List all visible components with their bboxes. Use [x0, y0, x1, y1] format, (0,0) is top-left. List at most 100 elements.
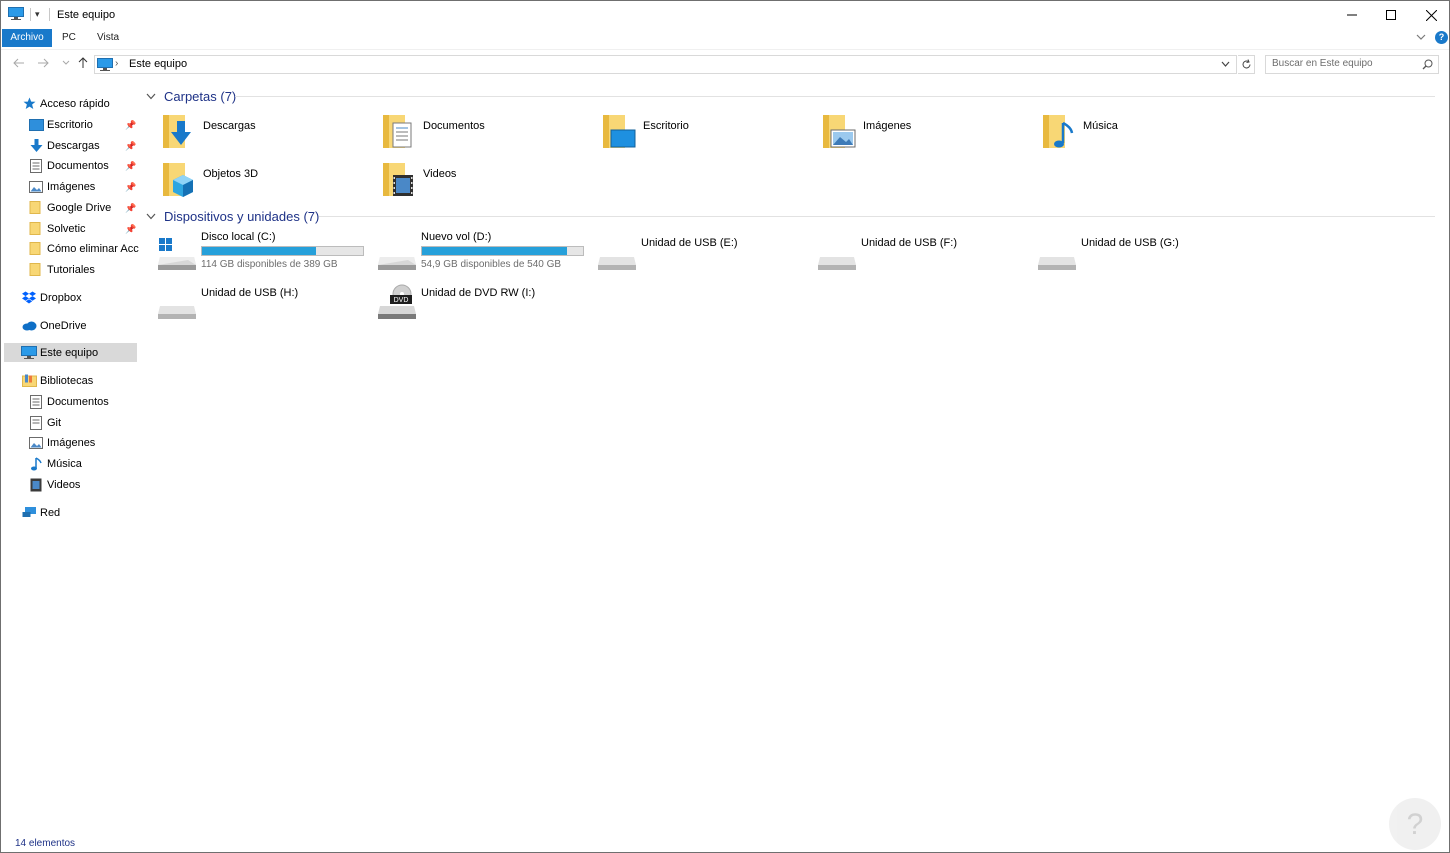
- devices-group-header[interactable]: Dispositivos y unidades (7): [146, 206, 319, 226]
- usb-drive-icon: [1038, 257, 1076, 270]
- drive-c[interactable]: Disco local (C:) 114 GB disponibles de 3…: [158, 231, 378, 277]
- sidebar-item-lib-documentos[interactable]: Documentos: [28, 392, 139, 411]
- search-icon[interactable]: [1422, 59, 1433, 73]
- download-icon: [28, 138, 44, 153]
- drive-name: Disco local (C:): [201, 231, 276, 243]
- sidebar-item-label: Escritorio: [47, 118, 93, 131]
- collapse-chevron-icon[interactable]: [146, 213, 158, 220]
- sidebar-item-red[interactable]: Red: [21, 503, 139, 522]
- drive-free-space: 114 GB disponibles de 389 GB: [201, 259, 338, 270]
- window-title: Este equipo: [57, 9, 116, 21]
- sidebar-item-acceso-rapido[interactable]: Acceso rápido: [21, 94, 139, 113]
- sidebar-item-solvetic[interactable]: Solvetic: [28, 219, 139, 238]
- help-icon[interactable]: ?: [1435, 31, 1448, 44]
- folder-escritorio[interactable]: Escritorio: [601, 113, 811, 157]
- drive-i[interactable]: DVD Unidad de DVD RW (I:): [378, 280, 598, 326]
- computer-icon[interactable]: [8, 7, 24, 20]
- sidebar-item-label: Este equipo: [40, 346, 99, 359]
- image-icon: [28, 436, 44, 450]
- drive-h[interactable]: Unidad de USB (H:): [158, 280, 378, 326]
- sidebar-item-label: Música: [47, 457, 82, 470]
- recent-locations-chevron-icon[interactable]: [58, 56, 74, 70]
- drive-free-space: 54,9 GB disponibles de 540 GB: [421, 259, 562, 270]
- group-divider: [319, 216, 1435, 217]
- folders-group-header[interactable]: Carpetas (7): [146, 86, 236, 106]
- folder-name: Descargas: [203, 120, 256, 132]
- refresh-icon: [1242, 59, 1250, 69]
- devices-group-label: Dispositivos y unidades (7): [164, 208, 320, 224]
- sidebar-item-como-eliminar[interactable]: Cómo eliminar Acc: [28, 239, 139, 258]
- search-input[interactable]: [1272, 58, 1418, 69]
- breadcrumb-current[interactable]: Este equipo: [129, 58, 187, 70]
- sidebar-item-lib-imagenes[interactable]: Imágenes: [28, 433, 139, 452]
- drive-usage-fill: [422, 247, 567, 255]
- sidebar-item-label: Solvetic: [47, 222, 86, 235]
- drive-g[interactable]: Unidad de USB (G:): [1038, 231, 1258, 277]
- sidebar-item-label: OneDrive: [40, 319, 87, 332]
- title-bar: ▾ Este equipo: [1, 1, 1449, 29]
- sidebar-item-imagenes[interactable]: Imágenes: [28, 177, 139, 196]
- sidebar-item-lib-musica[interactable]: Música: [28, 454, 139, 473]
- sidebar-item-descargas[interactable]: Descargas: [28, 136, 139, 155]
- minimize-icon: [1347, 14, 1357, 16]
- title-separator: [49, 8, 50, 21]
- collapse-chevron-icon[interactable]: [146, 93, 158, 100]
- sidebar-item-google-drive[interactable]: Google Drive: [28, 198, 139, 217]
- address-history-chevron-icon[interactable]: [1221, 59, 1230, 71]
- 3d-objects-folder-icon: [163, 163, 193, 197]
- breadcrumb-separator-icon[interactable]: ›: [115, 58, 118, 69]
- pin-icon[interactable]: 📌: [125, 182, 136, 193]
- drive-name: Unidad de USB (E:): [641, 237, 738, 249]
- sidebar-item-bibliotecas[interactable]: Bibliotecas: [21, 371, 139, 390]
- address-bar[interactable]: › Este equipo: [94, 55, 1237, 74]
- sidebar-item-label: Cómo eliminar Acc: [47, 242, 139, 255]
- tab-vista[interactable]: Vista: [89, 29, 127, 47]
- folder-name: Música: [1083, 120, 1118, 132]
- sidebar-item-dropbox[interactable]: Dropbox: [21, 288, 139, 307]
- folder-musica[interactable]: Música: [1041, 113, 1251, 157]
- pin-icon[interactable]: 📌: [125, 224, 136, 235]
- folders-group-label: Carpetas (7): [164, 88, 237, 104]
- drive-name: Nuevo vol (D:): [421, 231, 492, 243]
- quick-access-dropdown-icon[interactable]: ▾: [35, 9, 40, 20]
- computer-icon: [97, 58, 113, 74]
- folder-icon: [28, 201, 44, 215]
- folder-objetos-3d[interactable]: Objetos 3D: [161, 161, 371, 205]
- pin-icon[interactable]: 📌: [125, 141, 136, 152]
- search-box[interactable]: [1265, 55, 1439, 74]
- sidebar-item-este-equipo[interactable]: Este equipo: [4, 343, 137, 362]
- folder-icon: [28, 222, 44, 236]
- up-arrow-icon[interactable]: [75, 56, 91, 70]
- drive-d[interactable]: Nuevo vol (D:) 54,9 GB disponibles de 54…: [378, 231, 598, 277]
- drive-e[interactable]: Unidad de USB (E:): [598, 231, 818, 277]
- help-logo-icon: ?: [1389, 798, 1441, 850]
- sidebar-item-documentos[interactable]: Documentos: [28, 156, 139, 175]
- sidebar-item-label: Git: [47, 416, 62, 429]
- forward-arrow-icon[interactable]: [35, 56, 51, 70]
- folder-imagenes[interactable]: Imágenes: [821, 113, 1031, 157]
- maximize-button[interactable]: [1371, 1, 1411, 29]
- folder-videos[interactable]: Videos: [381, 161, 591, 205]
- tab-pc[interactable]: PC: [54, 29, 84, 47]
- refresh-button[interactable]: [1238, 55, 1255, 74]
- sidebar-item-onedrive[interactable]: OneDrive: [21, 316, 139, 335]
- folder-descargas[interactable]: Descargas: [161, 113, 371, 157]
- expand-ribbon-chevron-icon[interactable]: [1416, 32, 1426, 44]
- pin-icon[interactable]: 📌: [125, 161, 136, 172]
- status-item-count: 14 elementos: [15, 838, 76, 849]
- folder-name: Documentos: [423, 120, 485, 132]
- sidebar-item-label: Tutoriales: [47, 263, 95, 276]
- minimize-button[interactable]: [1332, 1, 1372, 29]
- pin-icon[interactable]: 📌: [125, 203, 136, 214]
- back-arrow-icon[interactable]: [11, 56, 27, 70]
- sidebar-item-lib-git[interactable]: Git: [28, 413, 139, 432]
- tab-archivo[interactable]: Archivo: [2, 29, 52, 47]
- sidebar-item-escritorio[interactable]: Escritorio: [28, 115, 139, 134]
- pin-icon[interactable]: 📌: [125, 120, 136, 131]
- close-button[interactable]: [1411, 1, 1450, 29]
- sidebar-item-tutoriales[interactable]: Tutoriales: [28, 260, 139, 279]
- content-pane: Carpetas (7) Descargas Documentos Escrit…: [141, 81, 1441, 831]
- sidebar-item-lib-videos[interactable]: Videos: [28, 475, 139, 494]
- drive-f[interactable]: Unidad de USB (F:): [818, 231, 1038, 277]
- folder-documentos[interactable]: Documentos: [381, 113, 591, 157]
